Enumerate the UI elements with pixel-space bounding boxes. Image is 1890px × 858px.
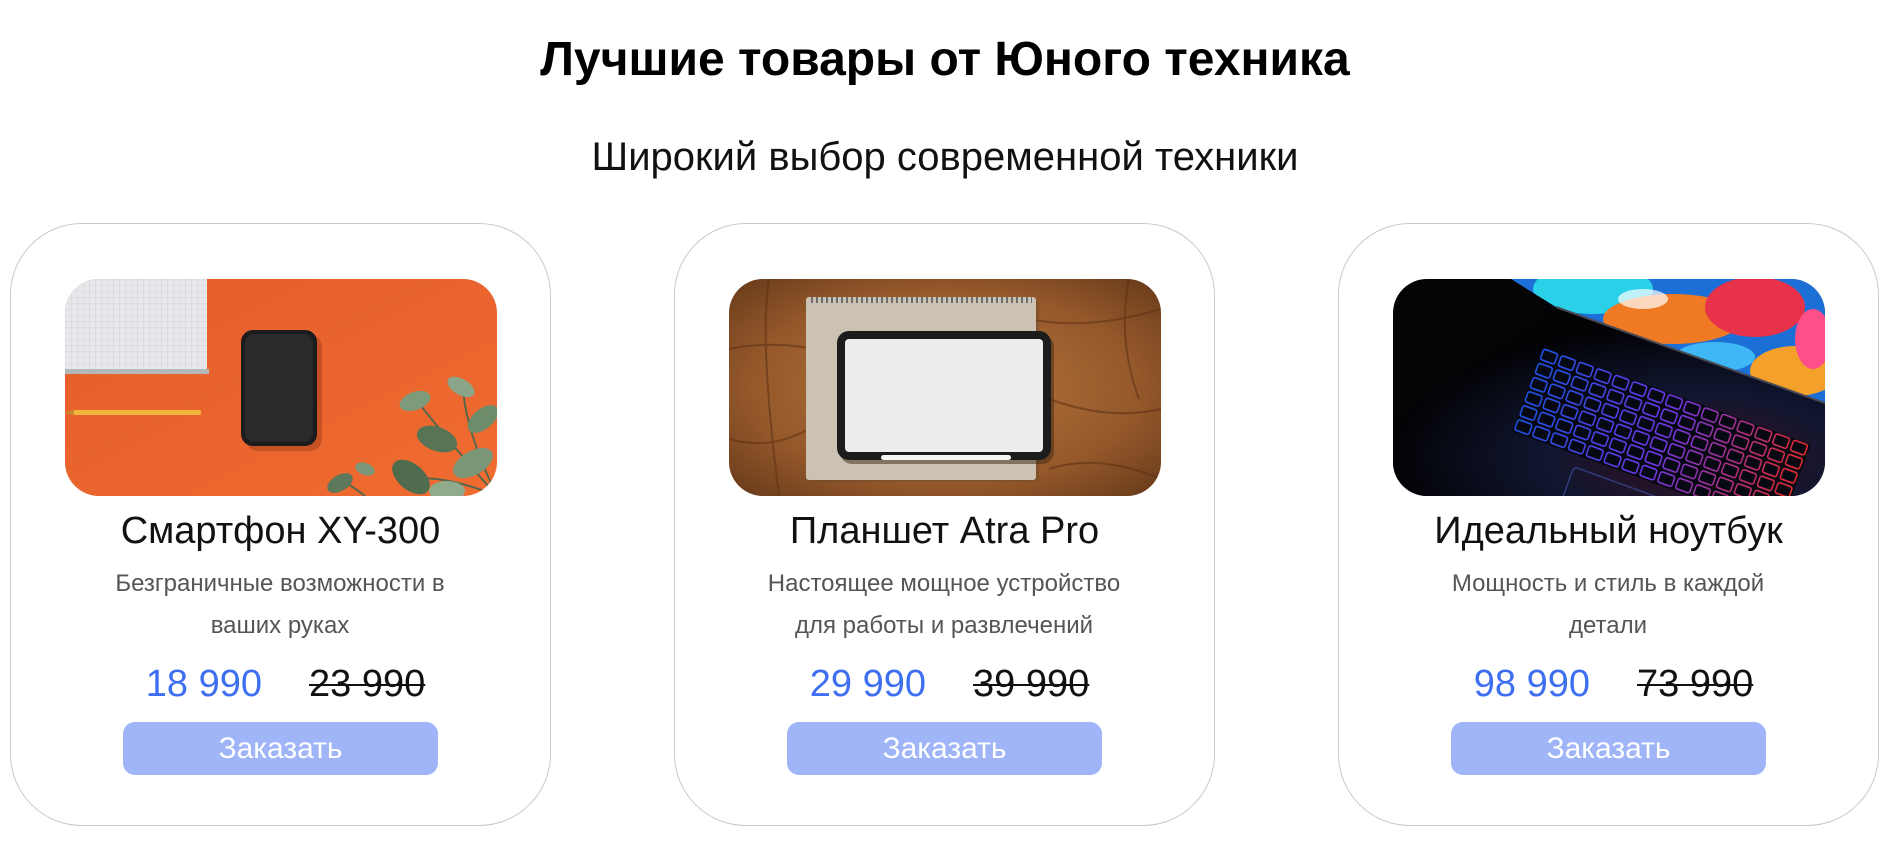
product-description: Мощность и стиль в каждой детали: [1451, 570, 1765, 639]
laptop-photo-illustration: [1393, 279, 1825, 496]
current-price: 18 990: [145, 663, 262, 705]
product-name: Смартфон XY-300: [120, 510, 441, 552]
product-description: Безграничные возможности в ваших руках: [115, 570, 445, 639]
old-price: 23 990: [309, 663, 426, 705]
tablet-shape: [837, 331, 1054, 464]
old-price: 39 990: [973, 663, 1090, 705]
product-description: Настоящее мощное устройство для работы и…: [767, 570, 1121, 639]
product-name: Идеальный ноутбук: [1434, 510, 1783, 552]
price-row: 98 990 73 990: [1339, 661, 1878, 707]
current-price: 98 990: [1473, 663, 1590, 705]
price-row: 29 990 39 990: [675, 661, 1214, 707]
order-button[interactable]: Заказать: [123, 722, 438, 775]
smartphone-photo-illustration: [65, 279, 497, 496]
product-name: Планшет Atra Pro: [789, 510, 1100, 552]
page-subtitle: Широкий выбор современной техники: [591, 135, 1299, 179]
stylus-shape: [881, 455, 1011, 460]
product-card-laptop: Идеальный ноутбук Мощность и стиль в каж…: [1338, 223, 1879, 826]
order-button[interactable]: Заказать: [787, 722, 1102, 775]
laptop-photo: [1393, 279, 1825, 496]
old-price: 73 990: [1637, 663, 1754, 705]
product-card-tablet: Планшет Atra Pro Настоящее мощное устрой…: [674, 223, 1215, 826]
product-card-smartphone: Смартфон XY-300 Безграничные возможности…: [10, 223, 551, 826]
price-row: 18 990 23 990: [11, 661, 550, 707]
notebook-shape: [65, 279, 209, 374]
smartphone-photo: [65, 279, 497, 496]
current-price: 29 990: [809, 663, 926, 705]
pencil-shape: [65, 409, 201, 416]
page-title: Лучшие товары от Юного техника: [540, 33, 1350, 86]
order-button[interactable]: Заказать: [1451, 722, 1766, 775]
phone-shape: [241, 330, 322, 451]
tablet-photo-illustration: [729, 279, 1161, 496]
tablet-photo: [729, 279, 1161, 496]
